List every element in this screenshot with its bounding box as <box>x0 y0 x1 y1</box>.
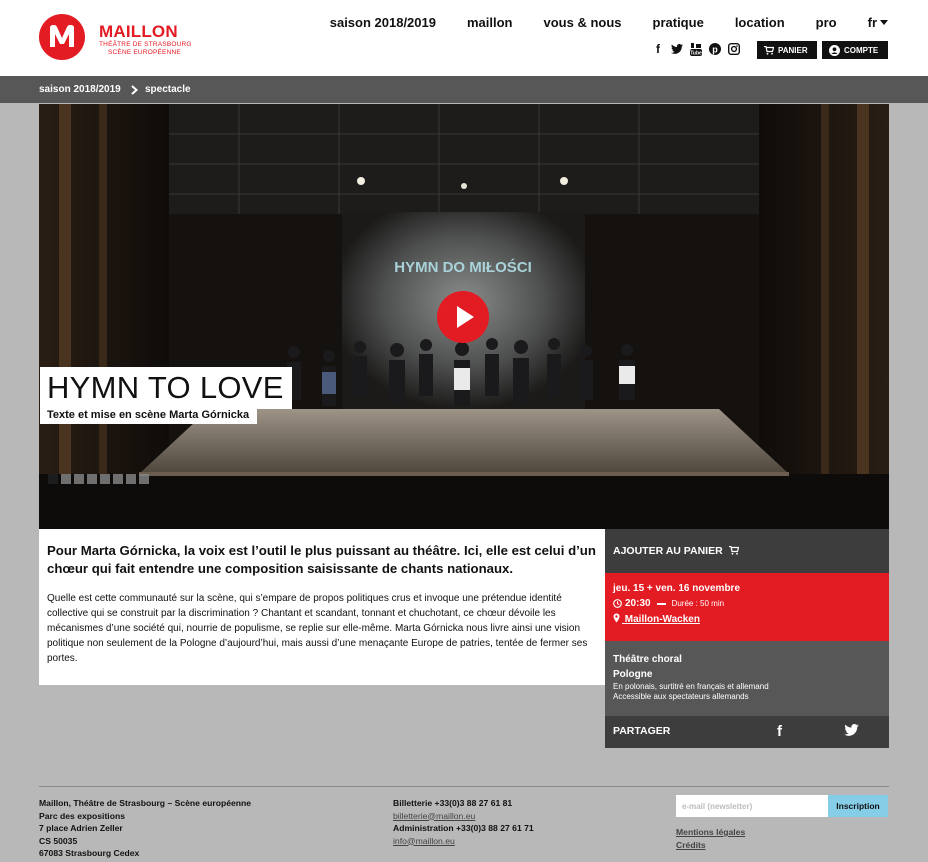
instagram-icon[interactable] <box>728 42 740 56</box>
pinterest-icon[interactable]: p <box>709 42 721 56</box>
share-twitter-icon[interactable] <box>844 723 859 741</box>
breadcrumb-item-spectacle: spectacle <box>145 84 191 95</box>
svg-text:Tube: Tube <box>690 50 702 56</box>
backdrop-text: HYMN DO MIŁOŚCI <box>394 258 532 276</box>
slider-dot-2[interactable] <box>61 474 71 484</box>
nav-item-vous-et-nous[interactable]: vous & nous <box>544 15 622 30</box>
cart-button[interactable]: PANIER <box>757 41 817 59</box>
maillon-logo[interactable] <box>39 14 85 60</box>
share-panel: PARTAGER f <box>605 716 889 748</box>
slider-dot-8[interactable] <box>139 474 149 484</box>
time-value: 20:30 <box>625 598 651 609</box>
admin-email-link[interactable]: info@maillon.eu <box>393 835 534 848</box>
slider-dot-6[interactable] <box>113 474 123 484</box>
hero-slider[interactable]: HYMN DO MIŁOŚCI HYMN TO LOVE Texte et mi… <box>39 104 889 529</box>
language-info: En polonais, surtitré en français et all… <box>613 682 769 691</box>
share-label: PARTAGER <box>613 725 671 737</box>
slider-dots <box>48 474 149 484</box>
show-sidebar: AJOUTER AU PANIER jeu. 15 + ven. 16 nove… <box>605 529 889 748</box>
accessibility-info: Accessible aux spectateurs allemands <box>613 692 749 701</box>
newsletter-email-input[interactable] <box>676 795 828 817</box>
main-nav: saison 2018/2019 maillon vous & nous pra… <box>330 15 888 30</box>
breadcrumb: saison 2018/2019 spectacle <box>0 76 928 103</box>
site-header: MAILLON THÉÂTRE DE STRASBOURG SCÈNE EURO… <box>0 0 928 76</box>
lead-paragraph: Pour Marta Górnicka, la voix est l’outil… <box>47 543 596 576</box>
cart-icon <box>764 45 774 55</box>
slider-dot-4[interactable] <box>87 474 97 484</box>
cart-icon <box>728 545 739 555</box>
show-dates: jeu. 15 + ven. 16 novembre <box>613 583 741 594</box>
map-pin-icon <box>613 613 620 623</box>
nav-item-pratique[interactable]: pratique <box>653 15 704 30</box>
twitter-icon[interactable] <box>671 42 683 56</box>
language-selector[interactable]: fr <box>868 15 888 30</box>
nav-item-location[interactable]: location <box>735 15 785 30</box>
credits-link[interactable]: Crédits <box>676 839 745 852</box>
venue-label: Maillon-Wacken <box>624 614 700 625</box>
add-to-cart-button[interactable]: AJOUTER AU PANIER <box>605 529 889 573</box>
address-line-1: Maillon, Théâtre de Strasbourg – Scène e… <box>39 798 252 808</box>
slider-dot-5[interactable] <box>100 474 110 484</box>
logo-m-icon <box>50 25 74 47</box>
body-paragraph: Quelle est cette communauté sur la scène… <box>47 593 588 664</box>
brand-subtitle-2: SCÈNE EUROPÉENNE <box>108 49 181 56</box>
info-panel: Théâtre choral Pologne En polonais, surt… <box>605 641 889 716</box>
slider-dot-3[interactable] <box>74 474 84 484</box>
footer-address: Maillon, Théâtre de Strasbourg – Scène e… <box>39 797 251 860</box>
footer-contact: Billetterie +33(0)3 88 27 61 81 billette… <box>393 797 534 847</box>
clock-icon <box>613 599 622 608</box>
user-icon <box>829 44 840 56</box>
address-line-2: Parc des expositions <box>39 810 125 821</box>
chevron-down-icon <box>880 20 888 25</box>
genre: Théâtre choral <box>613 654 682 665</box>
add-to-cart-label: AJOUTER AU PANIER <box>613 545 723 557</box>
show-subtitle: Texte et mise en scène Marta Górnicka <box>40 407 258 424</box>
play-video-button[interactable] <box>437 291 489 343</box>
nav-item-maillon[interactable]: maillon <box>467 15 513 30</box>
breadcrumb-item-saison[interactable]: saison 2018/2019 <box>39 84 121 95</box>
billetterie-phone: Billetterie +33(0)3 88 27 61 81 <box>393 798 513 808</box>
cart-button-label: PANIER <box>778 45 808 55</box>
show-title: HYMN TO LOVE <box>40 367 292 409</box>
footer-legal-links: Mentions légales Crédits <box>676 826 745 851</box>
dash-separator <box>656 602 666 605</box>
address-line-4: CS 50035 <box>39 835 78 846</box>
show-time: 20:30 Durée : 50 min <box>613 598 889 609</box>
social-links: f Tube p <box>652 42 740 56</box>
account-button-label: COMPTE <box>844 45 879 55</box>
facebook-icon[interactable]: f <box>652 42 664 56</box>
country: Pologne <box>613 669 653 680</box>
show-description: Pour Marta Górnicka, la voix est l’outil… <box>39 529 605 685</box>
venue-link[interactable]: Maillon-Wacken <box>613 613 889 625</box>
nav-item-saison[interactable]: saison 2018/2019 <box>330 15 436 30</box>
address-line-3: 7 place Adrien Zeller <box>39 823 123 833</box>
date-panel: jeu. 15 + ven. 16 novembre 20:30 Durée :… <box>605 573 889 641</box>
billetterie-email-link[interactable]: billetterie@maillon.eu <box>393 810 534 823</box>
brand-subtitle: THÉÂTRE DE STRASBOURG <box>99 41 192 48</box>
legal-notice-link[interactable]: Mentions légales <box>676 826 745 839</box>
slider-dot-1[interactable] <box>48 474 58 484</box>
duration-value: Durée : 50 min <box>671 599 725 608</box>
account-button[interactable]: COMPTE <box>822 41 888 59</box>
share-facebook-icon[interactable]: f <box>777 723 782 740</box>
admin-phone: Administration +33(0)3 88 27 61 71 <box>393 823 534 833</box>
youtube-icon[interactable]: Tube <box>690 42 702 56</box>
nav-item-pro[interactable]: pro <box>816 15 837 30</box>
footer-divider <box>39 786 889 787</box>
chevron-right-icon <box>131 85 138 95</box>
newsletter-subscribe-button[interactable]: Inscription <box>828 795 888 817</box>
address-line-5: 67083 Strasbourg Cedex <box>39 848 140 858</box>
svg-text:p: p <box>712 45 718 55</box>
brand-name[interactable]: MAILLON <box>99 22 178 42</box>
language-label: fr <box>867 15 877 30</box>
slider-dot-7[interactable] <box>126 474 136 484</box>
